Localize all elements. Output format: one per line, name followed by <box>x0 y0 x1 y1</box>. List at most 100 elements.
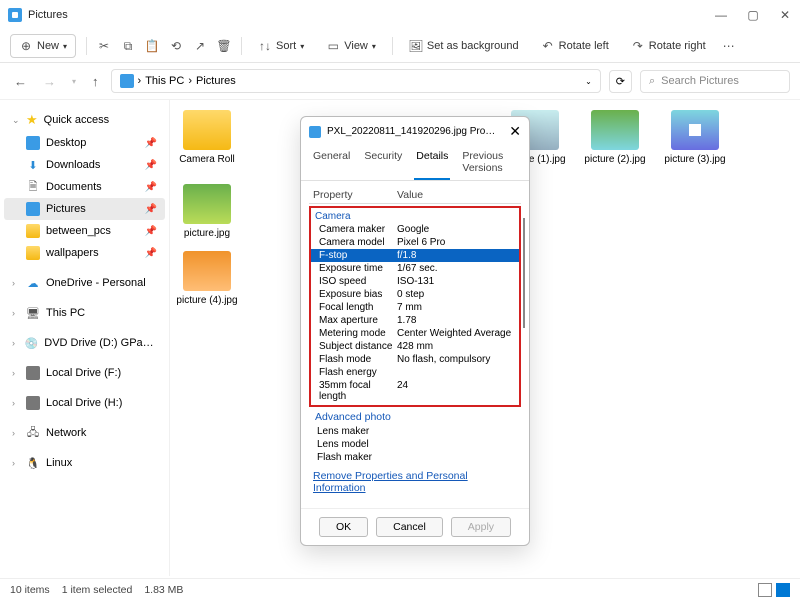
tab-security[interactable]: Security <box>362 146 404 180</box>
sidebar-item-downloads[interactable]: › ⬇ Downloads 📌 <box>4 154 165 176</box>
property-row[interactable]: Flash energy <box>311 366 519 379</box>
sidebar-label: Linux <box>46 457 72 469</box>
property-row[interactable]: Lens model <box>309 438 521 451</box>
chevron-right-icon: › <box>12 398 20 408</box>
window-title: Pictures <box>28 9 68 21</box>
view-label: View <box>344 40 368 52</box>
rename-button[interactable]: ⟲ <box>169 39 183 53</box>
sidebar-item-wallpapers[interactable]: › wallpapers 📌 <box>4 242 165 264</box>
file-item[interactable]: picture (2).jpg <box>584 110 646 239</box>
property-row[interactable]: Lens maker <box>309 425 521 438</box>
file-item[interactable]: picture (4).jpg <box>176 251 238 306</box>
chevron-down-icon[interactable]: ⌄ <box>585 77 592 86</box>
window-controls: — ▢ ✕ <box>714 8 792 22</box>
property-row[interactable]: Camera makerGoogle <box>311 223 519 236</box>
sidebar-item-pictures[interactable]: › Pictures 📌 <box>4 198 165 220</box>
file-item[interactable]: picture (3).jpg <box>664 110 726 239</box>
rotate-right-button[interactable]: ↷ Rotate right <box>625 35 712 57</box>
cancel-button[interactable]: Cancel <box>376 517 443 537</box>
maximize-button[interactable]: ▢ <box>746 8 760 22</box>
file-item[interactable]: picture.jpg <box>176 184 238 239</box>
apply-button[interactable]: Apply <box>451 517 511 537</box>
file-label: picture.jpg <box>184 228 230 239</box>
sidebar-item-label: between_pcs <box>46 225 111 237</box>
highlighted-region: Camera Camera makerGoogle Camera modelPi… <box>309 206 521 407</box>
recent-button[interactable]: ▾ <box>68 75 80 88</box>
sidebar-this-pc[interactable]: › 🖥 This PC <box>4 302 165 324</box>
view-button[interactable]: ▭ View ▾ <box>320 35 382 57</box>
property-row[interactable]: 35mm focal length24 <box>311 379 519 403</box>
paste-button[interactable]: 📋 <box>145 39 159 53</box>
new-button[interactable]: ⊕ New ▾ <box>10 34 76 58</box>
property-row[interactable]: Metering modeCenter Weighted Average <box>311 327 519 340</box>
folder-icon <box>26 246 40 260</box>
more-button[interactable]: ⋯ <box>722 39 736 53</box>
set-background-button[interactable]: 🖼 Set as background <box>403 35 525 57</box>
property-row[interactable]: Flash maker <box>309 451 521 464</box>
dialog-titlebar[interactable]: PXL_20220811_141920296.jpg Properties ✕ <box>301 117 529 146</box>
property-row[interactable]: Focal length7 mm <box>311 301 519 314</box>
breadcrumb-root[interactable]: This PC <box>145 75 184 87</box>
documents-icon: 🗎 <box>26 180 40 194</box>
rotate-right-icon: ↷ <box>631 39 645 53</box>
property-row[interactable]: Max aperture1.78 <box>311 314 519 327</box>
linux-icon: 🐧 <box>26 456 40 470</box>
sidebar-drive-f[interactable]: › Local Drive (F:) <box>4 362 165 384</box>
file-label: picture (4).jpg <box>176 295 237 306</box>
plus-icon: ⊕ <box>19 39 33 53</box>
sidebar-drive-h[interactable]: › Local Drive (H:) <box>4 392 165 414</box>
rotate-left-icon: ↶ <box>541 39 555 53</box>
chevron-right-icon: › <box>12 458 20 468</box>
details-view-button[interactable] <box>758 583 772 597</box>
rotate-right-label: Rotate right <box>649 40 706 52</box>
property-row[interactable]: Flash modeNo flash, compulsory <box>311 353 519 366</box>
property-row[interactable]: Exposure bias0 step <box>311 288 519 301</box>
property-row[interactable]: Exposure time1/67 sec. <box>311 262 519 275</box>
separator <box>241 37 242 55</box>
property-row-selected[interactable]: F-stopf/1.8 <box>311 249 519 262</box>
tab-general[interactable]: General <box>311 146 352 180</box>
sidebar-item-desktop[interactable]: › Desktop 📌 <box>4 132 165 154</box>
back-button[interactable]: ← <box>10 72 31 91</box>
property-row[interactable]: ISO speedISO-131 <box>311 275 519 288</box>
breadcrumb[interactable]: › This PC › Pictures ⌄ <box>111 69 601 93</box>
scrollbar[interactable] <box>523 218 525 328</box>
forward-button[interactable]: → <box>39 72 60 91</box>
tab-details[interactable]: Details <box>414 146 450 180</box>
sidebar-label: Local Drive (H:) <box>46 397 122 409</box>
remove-properties-link[interactable]: Remove Properties and Personal Informati… <box>309 464 521 500</box>
copy-button[interactable]: ⧉ <box>121 39 135 53</box>
property-row[interactable]: Camera modelPixel 6 Pro <box>311 236 519 249</box>
property-row[interactable]: Subject distance428 mm <box>311 340 519 353</box>
sidebar-label: OneDrive - Personal <box>46 277 146 289</box>
col-property: Property <box>313 189 397 201</box>
rotate-left-button[interactable]: ↶ Rotate left <box>535 35 615 57</box>
close-button[interactable]: ✕ <box>778 8 792 22</box>
chevron-right-icon: › <box>12 308 20 318</box>
cut-button[interactable]: ✂ <box>97 39 111 53</box>
sidebar-network[interactable]: › 🖧 Network <box>4 422 165 444</box>
sidebar-linux[interactable]: › 🐧 Linux <box>4 452 165 474</box>
up-button[interactable]: ↑ <box>88 72 103 91</box>
sidebar-item-documents[interactable]: › 🗎 Documents 📌 <box>4 176 165 198</box>
tab-previous-versions[interactable]: Previous Versions <box>460 146 519 180</box>
bc-sep: › <box>188 75 192 87</box>
minimize-button[interactable]: — <box>714 8 728 22</box>
delete-button[interactable]: 🗑 <box>217 39 231 53</box>
refresh-button[interactable]: ⟳ <box>609 70 632 93</box>
dialog-close-button[interactable]: ✕ <box>509 123 521 140</box>
breadcrumb-current[interactable]: Pictures <box>196 75 236 87</box>
sort-button[interactable]: ↑↓ Sort ▾ <box>252 35 310 57</box>
sidebar-dvd[interactable]: › 💿 DVD Drive (D:) GParted-live <box>4 332 165 354</box>
share-button[interactable]: ↗ <box>193 39 207 53</box>
pictures-icon <box>26 202 40 216</box>
file-label: picture (2).jpg <box>584 154 645 165</box>
search-input[interactable]: ⌕ Search Pictures <box>640 70 790 93</box>
ok-button[interactable]: OK <box>319 517 368 537</box>
status-size: 1.83 MB <box>144 584 183 596</box>
star-icon: ★ <box>26 112 38 128</box>
thumbnails-view-button[interactable] <box>776 583 790 597</box>
sidebar-item-between-pcs[interactable]: › between_pcs 📌 <box>4 220 165 242</box>
sidebar-quick-access[interactable]: ⌄ ★ Quick access <box>4 108 165 132</box>
sidebar-onedrive[interactable]: › ☁ OneDrive - Personal <box>4 272 165 294</box>
